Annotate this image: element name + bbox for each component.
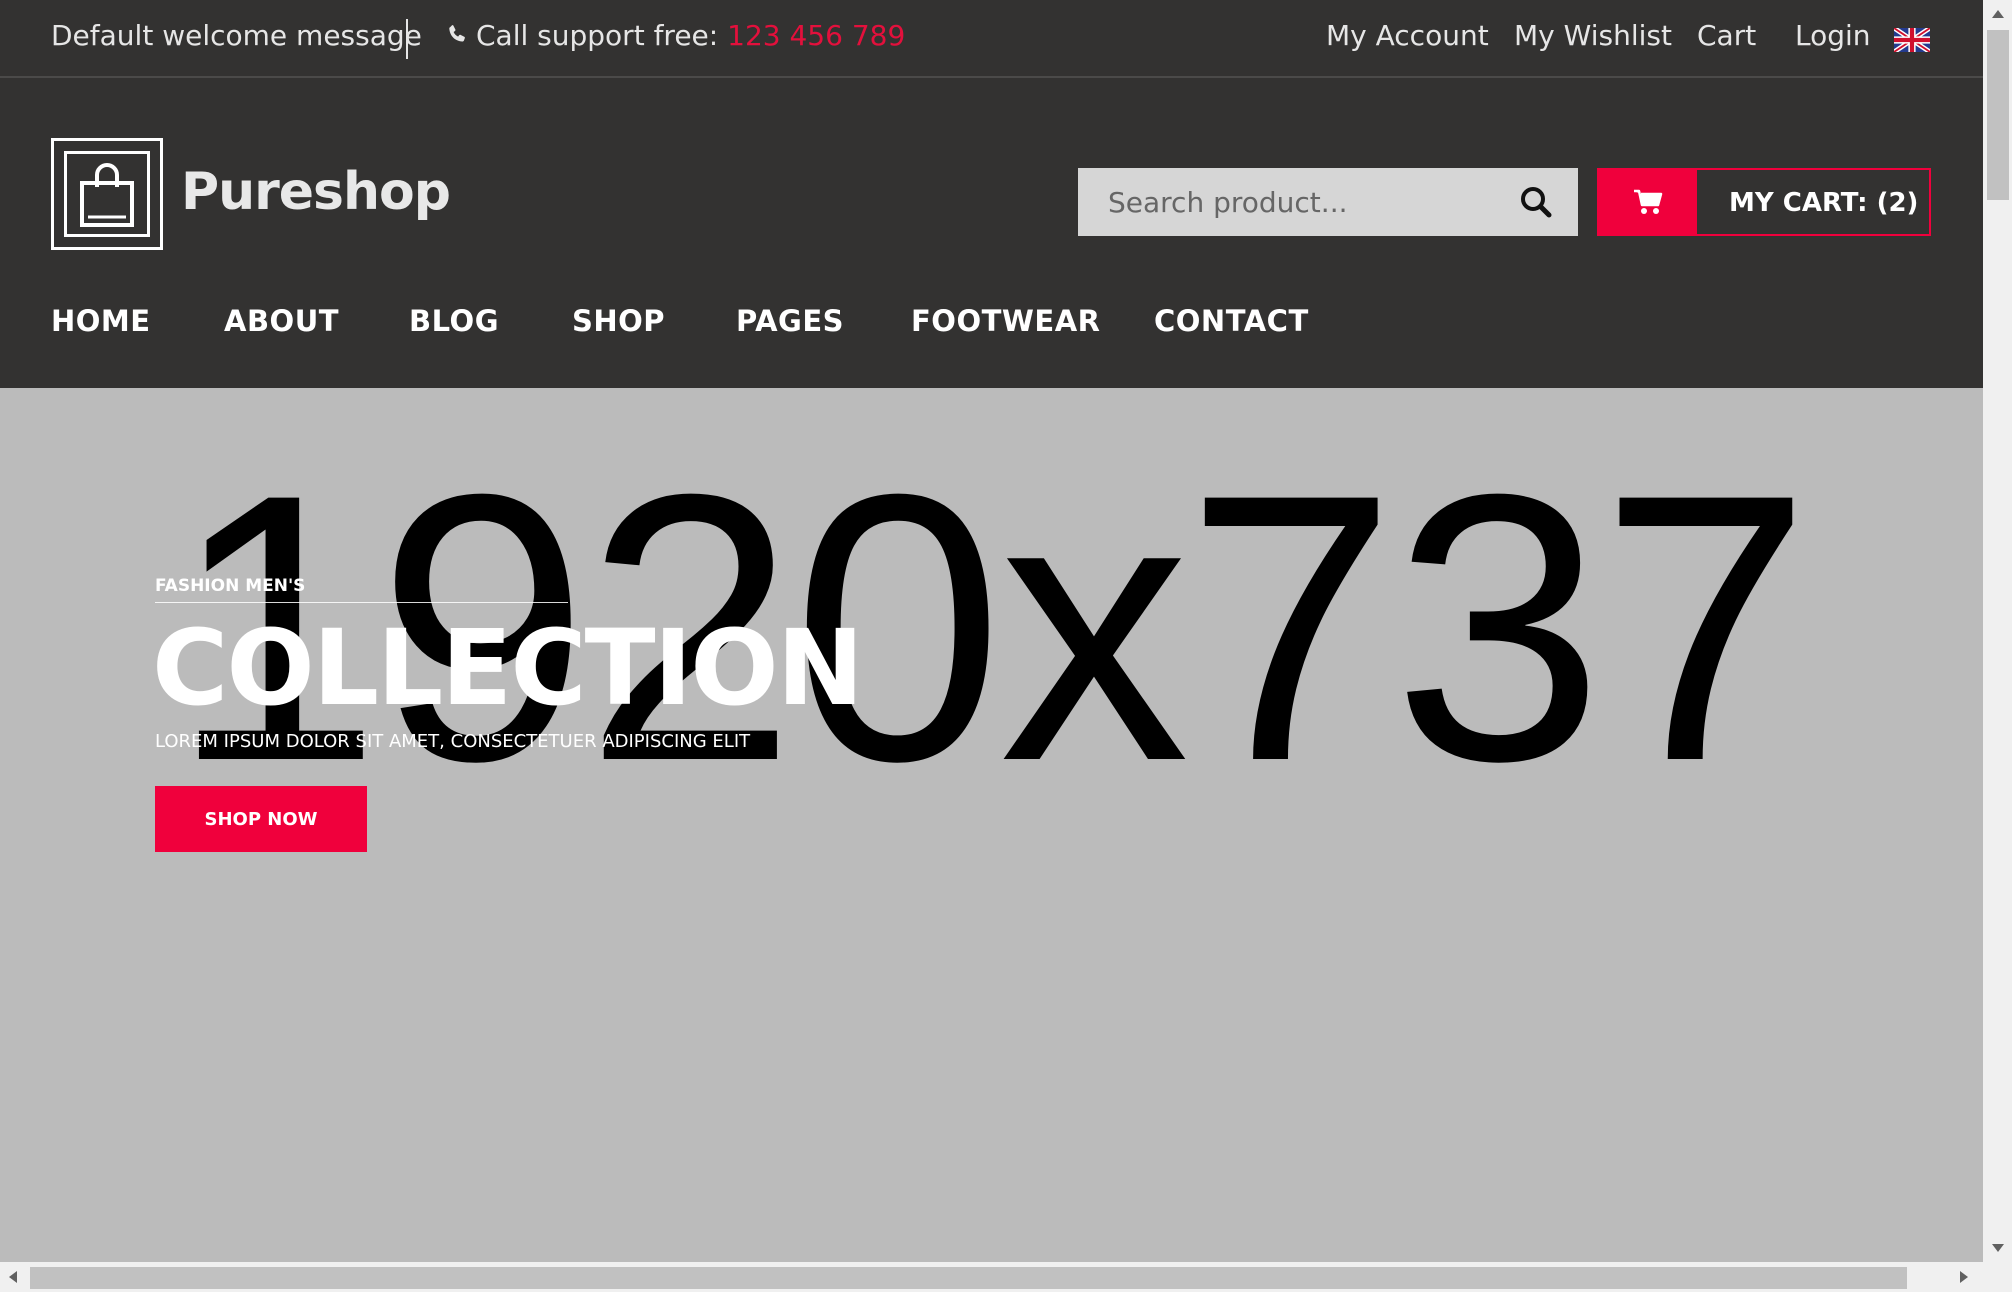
shop-now-button[interactable]: SHOP NOW — [155, 786, 367, 852]
hero-kicker-underline — [155, 602, 568, 603]
search-bar — [1078, 168, 1578, 236]
scroll-up-arrow-icon[interactable] — [1992, 10, 2004, 18]
hero-kicker: FASHION MEN'S — [155, 576, 306, 596]
scroll-down-arrow-icon[interactable] — [1992, 1244, 2004, 1252]
horizontal-scroll-thumb[interactable] — [30, 1267, 1907, 1289]
nav-footwear[interactable]: FOOTWEAR — [911, 304, 1100, 338]
site-header: Pureshop MY CART: (2) HOME ABOUT BLOG — [0, 78, 1983, 388]
vertical-scrollbar[interactable] — [1983, 0, 2012, 1262]
welcome-message: Default welcome message — [51, 19, 422, 52]
my-wishlist-link[interactable]: My Wishlist — [1514, 19, 1672, 52]
page: Default welcome message Call support fre… — [0, 0, 1983, 1262]
login-link[interactable]: Login — [1795, 19, 1871, 52]
vertical-scroll-thumb[interactable] — [1987, 30, 2009, 200]
nav-about[interactable]: ABOUT — [224, 304, 339, 338]
nav-blog[interactable]: BLOG — [409, 304, 499, 338]
nav-pages[interactable]: PAGES — [736, 304, 844, 338]
my-account-link[interactable]: My Account — [1326, 19, 1489, 52]
phone-icon — [449, 25, 465, 42]
cart-label: MY CART: (2) — [1729, 188, 1919, 218]
hero-subline: LOREM IPSUM DOLOR SIT AMET, CONSECTETUER… — [155, 731, 751, 752]
scroll-right-arrow-icon[interactable] — [1960, 1271, 1968, 1283]
scroll-left-arrow-icon[interactable] — [9, 1271, 17, 1283]
search-icon[interactable] — [1520, 186, 1552, 218]
nav-shop[interactable]: SHOP — [572, 304, 665, 338]
nav-contact[interactable]: CONTACT — [1154, 304, 1309, 338]
topbar-divider — [406, 19, 408, 59]
nav-home[interactable]: HOME — [51, 304, 151, 338]
cart-icon-box — [1599, 170, 1697, 234]
cart-link[interactable]: Cart — [1697, 19, 1756, 52]
hero-slider: 1920x737 FASHION MEN'S COLLECTION LOREM … — [0, 388, 1983, 1262]
support-number[interactable]: 123 456 789 — [727, 19, 905, 52]
support-phone: Call support free: 123 456 789 — [446, 19, 905, 52]
scrollbar-corner — [1983, 1262, 2012, 1292]
mini-cart-button[interactable]: MY CART: (2) — [1597, 168, 1931, 236]
shopping-bag-icon — [80, 163, 134, 227]
logo-mark[interactable] — [51, 138, 163, 250]
logo-text[interactable]: Pureshop — [181, 162, 451, 222]
uk-flag-icon[interactable] — [1894, 28, 1930, 52]
hero-headline: COLLECTION — [152, 607, 864, 729]
cart-icon — [1634, 189, 1663, 214]
search-input[interactable] — [1078, 168, 1498, 236]
top-bar: Default welcome message Call support fre… — [0, 0, 1983, 78]
horizontal-scrollbar[interactable] — [0, 1262, 1983, 1292]
support-label: Call support free: — [476, 19, 728, 52]
